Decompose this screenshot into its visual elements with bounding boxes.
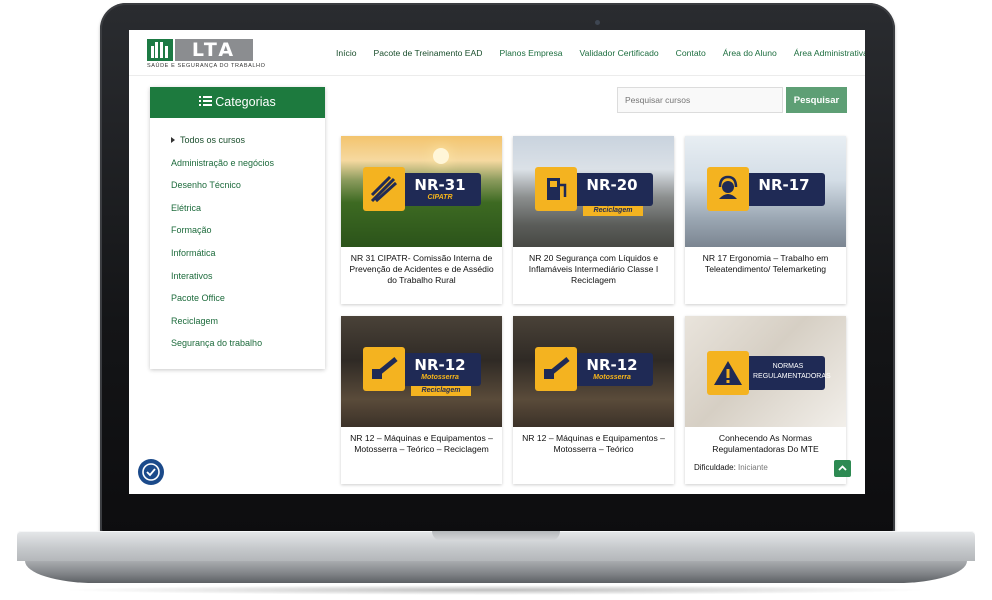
course-title: NR 31 CIPATR- Comissão Interna de Preven… (349, 253, 494, 285)
course-thumbnail: NR-12 Motosserra (513, 316, 674, 427)
accessibility-button[interactable] (138, 459, 164, 485)
chainsaw-icon (535, 347, 577, 391)
nav-contato[interactable]: Contato (676, 48, 706, 58)
category-reciclagem[interactable]: Reciclagem (171, 315, 325, 338)
search-button[interactable]: Pesquisar (786, 87, 847, 113)
nav-pacote-treinamento[interactable]: Pacote de Treinamento EAD (374, 48, 483, 58)
category-desenho-tecnico[interactable]: Desenho Técnico (171, 179, 325, 202)
course-thumbnail: NR-20 Reciclagem (513, 136, 674, 247)
categories-title: Categorias (215, 95, 276, 109)
nav-planos-empresa[interactable]: Planos Empresa (499, 48, 562, 58)
warning-icon (707, 351, 749, 395)
scroll-to-top-button[interactable] (834, 460, 851, 477)
course-title: NR 17 Ergonomia – Trabalho em Teleatendi… (702, 253, 829, 274)
course-title: NR 12 – Máquinas e Equipamentos – Motoss… (522, 433, 665, 454)
course-card[interactable]: NORMAS REGULAMENTADORAS Conhecendo As No… (685, 316, 846, 484)
course-card[interactable]: NR-12 Motosserra NR 12 – Máquinas e Equi… (513, 316, 674, 484)
course-thumbnail: NR-17 (685, 136, 846, 247)
logo-text: LTA (175, 39, 253, 61)
category-interativos[interactable]: Interativos (171, 270, 325, 293)
categories-list: Todos os cursos Administração e negócios… (150, 118, 325, 360)
wheat-icon (363, 167, 405, 211)
nav-validador-certificado[interactable]: Validador Certificado (580, 48, 659, 58)
category-administracao[interactable]: Administração e negócios (171, 157, 325, 180)
nav-area-aluno[interactable]: Área do Aluno (723, 48, 777, 58)
category-eletrica[interactable]: Elétrica (171, 202, 325, 225)
category-pacote-office[interactable]: Pacote Office (171, 292, 325, 315)
trackpad-notch (432, 531, 560, 541)
category-informatica[interactable]: Informática (171, 247, 325, 270)
course-thumbnail: NR-31 CIPATR (341, 136, 502, 247)
chevron-up-icon (838, 465, 847, 471)
fuel-pump-icon (535, 167, 577, 211)
search-input[interactable] (617, 87, 783, 113)
accessibility-icon (142, 463, 160, 481)
chainsaw-icon (363, 347, 405, 391)
laptop-base (17, 531, 975, 588)
course-card[interactable]: NR-31 CIPATR NR 31 CIPATR- Comissão Inte… (341, 136, 502, 304)
difficulty: Dificuldade: Iniciante (694, 463, 768, 472)
category-todos[interactable]: Todos os cursos (171, 134, 325, 157)
course-title: NR 20 Segurança com Líquidos e Inflamáve… (528, 253, 659, 285)
site-header: LTA SAÚDE E SEGURANÇA DO TRABALHO Início… (129, 30, 865, 76)
logo-subtitle: SAÚDE E SEGURANÇA DO TRABALHO (147, 63, 266, 69)
nav-area-administrativa[interactable]: Área Administrativa (794, 48, 865, 58)
webcam (595, 20, 600, 25)
course-title: Conhecendo As Normas Regulamentadoras Do… (712, 433, 819, 454)
logo-mark-icon (147, 39, 173, 61)
laptop-mockup: LTA SAÚDE E SEGURANÇA DO TRABALHO Início… (0, 0, 992, 600)
categories-panel: Categorias Todos os cursos Administração… (150, 87, 325, 369)
category-seguranca[interactable]: Segurança do trabalho (171, 337, 325, 360)
course-card[interactable]: NR-12 Motosserra Reciclagem NR 12 – Máqu… (341, 316, 502, 484)
list-icon (199, 96, 213, 106)
nav-inicio[interactable]: Início (336, 48, 357, 58)
main-nav: Início Pacote de Treinamento EAD Planos … (319, 48, 865, 58)
categories-header: Categorias (150, 87, 325, 118)
site-logo[interactable]: LTA SAÚDE E SEGURANÇA DO TRABALHO (147, 39, 265, 71)
course-card[interactable]: NR-17 NR 17 Ergonomia – Trabalho em Tele… (685, 136, 846, 304)
course-thumbnail: NR-12 Motosserra Reciclagem (341, 316, 502, 427)
caret-right-icon (171, 137, 175, 143)
course-card[interactable]: NR-20 Reciclagem NR 20 Segurança com Líq… (513, 136, 674, 304)
course-thumbnail: NORMAS REGULAMENTADORAS (685, 316, 846, 427)
course-title: NR 12 – Máquinas e Equipamentos – Motoss… (350, 433, 493, 454)
browser-viewport: LTA SAÚDE E SEGURANÇA DO TRABALHO Início… (129, 30, 865, 494)
category-formacao[interactable]: Formação (171, 224, 325, 247)
headset-icon (707, 167, 749, 211)
